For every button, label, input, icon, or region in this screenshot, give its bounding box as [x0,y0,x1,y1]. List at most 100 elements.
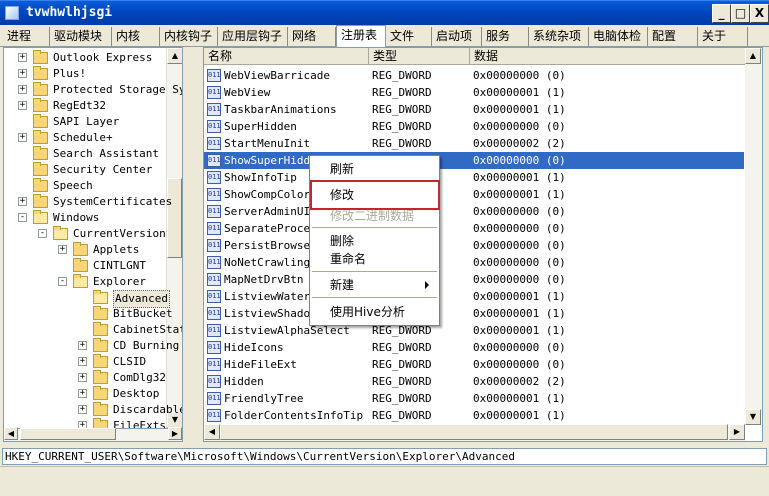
table-row[interactable]: 011ShowSuperHiddenREG_DWORD0x00000000 (0… [204,152,744,169]
scroll-thumb[interactable] [20,428,116,440]
tree-item[interactable]: + Discardable [4,402,182,418]
table-row[interactable]: 011MapNetDrvBtnREG_DWORD0x00000000 (0) [204,271,744,288]
tab-8[interactable]: 启动项 [432,27,482,46]
tree-item[interactable]: - Explorer [4,274,166,290]
scroll-left-icon[interactable]: ◀ [4,427,18,440]
tree-item[interactable]: + CLSID [4,354,166,370]
table-row[interactable]: 011ServerAdminUIREG_DWORD0x00000000 (0) [204,203,744,220]
scroll-up-icon[interactable]: ▲ [745,48,761,64]
tab-11[interactable]: 电脑体检 [589,27,648,46]
table-row[interactable]: 011SeparateProcessREG_DWORD0x00000000 (0… [204,220,744,237]
registry-values-list[interactable]: 名称 类型 数据 011 WebViewBarricade REG_DWORD 0x0… [203,47,763,442]
list-horizontal-scrollbar[interactable]: ◀ ▶ [204,424,745,441]
table-row[interactable]: 011 WebViewBarricade REG_DWORD 0x00000000 (… [204,67,744,84]
close-button[interactable]: X [750,4,769,23]
table-row[interactable]: 011 WebView REG_DWORD 0x00000001 (1) [204,84,744,101]
expand-icon[interactable]: + [78,373,87,382]
tree-item[interactable]: SAPI Layer [4,114,166,130]
tab-9[interactable]: 服务 [482,27,529,46]
expand-icon[interactable]: + [18,85,27,94]
collapse-icon[interactable]: - [38,229,47,238]
expand-icon[interactable]: + [58,245,67,254]
table-row[interactable]: 011 StartMenuInit REG_DWORD 0x00000002 (2) [204,135,744,152]
table-row[interactable]: 011ListviewShadowREG_DWORD0x00000001 (1) [204,305,744,322]
tree-item[interactable]: + Desktop [4,386,166,402]
expand-icon[interactable]: + [78,357,87,366]
collapse-icon[interactable]: - [18,213,27,222]
column-header-name[interactable]: 名称 [204,48,369,65]
scroll-thumb[interactable] [167,178,182,258]
scroll-right-icon[interactable]: ▶ [168,427,182,440]
table-row[interactable]: 011 SuperHidden REG_DWORD 0x00000000 (0) [204,118,744,135]
table-row[interactable]: 011ShowCompColorREG_DWORD0x00000001 (1) [204,186,744,203]
expand-icon[interactable]: + [18,101,27,110]
table-row[interactable]: 011PersistBrowsersREG_DWORD0x00000000 (0… [204,237,744,254]
list-vertical-scrollbar[interactable]: ▲ ▼ [745,48,762,425]
table-row[interactable]: 011 FriendlyTree REG_DWORD 0x00000001 (1) [204,390,744,407]
tree-item[interactable]: + SystemCertificates [4,194,172,210]
expand-icon[interactable]: + [18,197,27,206]
scroll-right-icon[interactable]: ▶ [729,424,745,440]
scroll-up-icon[interactable]: ▲ [167,48,182,64]
tab-12[interactable]: 配置 [648,27,698,46]
tree-item[interactable]: CINTLGNT [4,258,166,274]
scroll-down-icon[interactable]: ▼ [745,409,761,425]
context-menu-item[interactable]: 删除 [312,232,437,250]
column-header-data[interactable]: 数据 [470,48,762,65]
context-menu-item[interactable]: 重命名 [312,250,437,268]
tree-item[interactable]: + Plus! [4,66,166,82]
table-row[interactable]: 011 HideFileExt REG_DWORD 0x00000000 (0) [204,356,744,373]
tab-6[interactable]: 注册表 [336,25,386,47]
tree-item[interactable]: + Applets [4,242,166,258]
tree-item[interactable]: + CD Burning [4,338,179,354]
expand-icon[interactable]: + [78,389,87,398]
tree-vertical-scrollbar[interactable]: ▲ ▼ [166,48,182,428]
tree-item[interactable]: Advanced [4,290,170,308]
tree-item[interactable]: - Windows [4,210,166,226]
title-bar[interactable]: tvwhwlhjsgi _ □ X [0,0,769,25]
minimize-button[interactable]: _ [712,4,731,23]
tree-item[interactable]: Speech [4,178,166,194]
tree-item[interactable]: CabinetState [4,322,182,338]
expand-icon[interactable]: + [78,405,87,414]
context-menu-item[interactable]: 使用Hive分析 [312,303,437,321]
column-header-type[interactable]: 类型 [369,48,470,65]
tree-item[interactable]: BitBucket [4,306,173,322]
tree-item[interactable]: Security Center [4,162,166,178]
tree-item[interactable]: + Schedule+ [4,130,166,146]
tab-0[interactable]: 进程 [3,27,50,46]
expand-icon[interactable]: + [78,341,87,350]
tree-item[interactable]: + RegEdt32 [4,98,166,114]
table-row[interactable]: 011 HideIcons REG_DWORD 0x00000000 (0) [204,339,744,356]
table-row[interactable]: 011ShowInfoTipREG_DWORD0x00000001 (1) [204,169,744,186]
tab-5[interactable]: 网络 [288,27,336,46]
table-row[interactable]: 011 TaskbarAnimations REG_DWORD 0x00000001 … [204,101,744,118]
registry-tree[interactable]: ▲ ▼ + Outlook Express + Plus! + Protected Sto… [3,47,183,429]
tree-item[interactable]: + Protected Storage Sys [4,82,182,98]
tab-1[interactable]: 驱动模块 [50,27,112,46]
tree-item[interactable]: + ComDlg32 [4,370,166,386]
tab-2[interactable]: 内核 [112,27,160,46]
tree-item[interactable]: Search Assistant [4,146,166,162]
tab-7[interactable]: 文件 [386,27,432,46]
tab-3[interactable]: 内核钩子 [160,27,218,46]
table-row[interactable]: 011 ListviewAlphaSelect REG_DWORD 0x0000000… [204,322,744,339]
table-row[interactable]: 011 Hidden REG_DWORD 0x00000002 (2) [204,373,744,390]
table-row[interactable]: 011 FolderContentsInfoTip REG_DWORD 0x00000… [204,407,744,424]
maximize-button[interactable]: □ [731,4,750,23]
expand-icon[interactable]: + [18,69,27,78]
tree-item[interactable]: - CurrentVersion [4,226,166,242]
tree-item[interactable]: + Outlook Express [4,50,166,66]
expand-icon[interactable]: + [18,133,27,142]
table-row[interactable]: 011ListviewWatermarkREG_DWORD0x00000001 … [204,288,744,305]
scroll-left-icon[interactable]: ◀ [204,424,220,440]
tab-13[interactable]: 关于 [698,27,748,46]
tab-4[interactable]: 应用层钩子 [218,27,288,46]
expand-icon[interactable]: + [18,53,27,62]
tab-10[interactable]: 系统杂项 [529,27,589,46]
scroll-thumb[interactable] [220,424,728,440]
context-menu-item[interactable]: 刷新 [312,160,437,178]
collapse-icon[interactable]: - [58,277,67,286]
table-row[interactable]: 011NoNetCrawlingREG_DWORD0x00000000 (0) [204,254,744,271]
context-menu-item[interactable]: 新建 [312,276,437,294]
